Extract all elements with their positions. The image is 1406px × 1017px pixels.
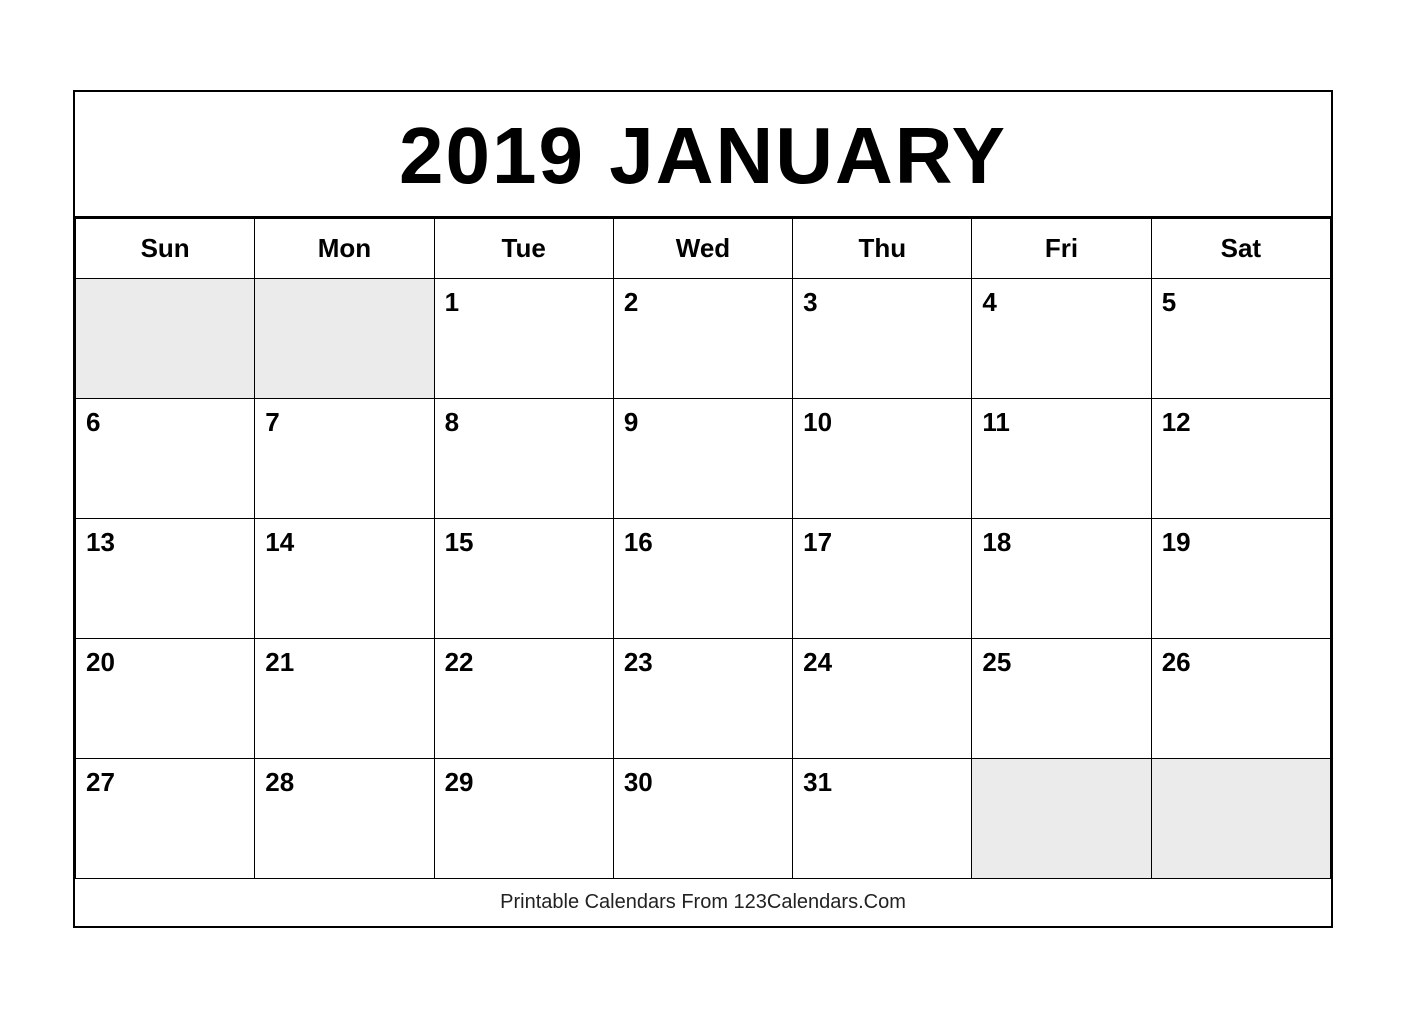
- weekday-header-thu: Thu: [793, 218, 972, 278]
- calendar-day-cell: 24: [793, 638, 972, 758]
- calendar-day-cell: 16: [613, 518, 792, 638]
- calendar-day-cell: 10: [793, 398, 972, 518]
- calendar-day-cell: 18: [972, 518, 1151, 638]
- calendar-day-cell: 6: [76, 398, 255, 518]
- calendar-day-cell: 14: [255, 518, 434, 638]
- calendar-day-cell: 13: [76, 518, 255, 638]
- calendar-week-row: 6789101112: [76, 398, 1331, 518]
- calendar-day-cell: 27: [76, 758, 255, 878]
- calendar-day-cell: 30: [613, 758, 792, 878]
- calendar-day-cell: [1151, 758, 1330, 878]
- calendar-day-cell: 2: [613, 278, 792, 398]
- calendar-day-cell: [255, 278, 434, 398]
- calendar-grid: SunMonTueWedThuFriSat 123456789101112131…: [75, 218, 1331, 879]
- calendar-day-cell: 1: [434, 278, 613, 398]
- weekday-header-sun: Sun: [76, 218, 255, 278]
- calendar-footer: Printable Calendars From 123Calendars.Co…: [75, 879, 1331, 926]
- calendar-day-cell: 25: [972, 638, 1151, 758]
- calendar-week-row: 12345: [76, 278, 1331, 398]
- calendar-day-cell: 26: [1151, 638, 1330, 758]
- weekday-header-fri: Fri: [972, 218, 1151, 278]
- calendar-day-cell: 7: [255, 398, 434, 518]
- calendar-day-cell: 8: [434, 398, 613, 518]
- calendar-day-cell: 11: [972, 398, 1151, 518]
- calendar-day-cell: 20: [76, 638, 255, 758]
- weekday-header-mon: Mon: [255, 218, 434, 278]
- calendar-day-cell: 12: [1151, 398, 1330, 518]
- calendar-week-row: 13141516171819: [76, 518, 1331, 638]
- calendar-day-cell: 15: [434, 518, 613, 638]
- weekday-header-sat: Sat: [1151, 218, 1330, 278]
- calendar-day-cell: 23: [613, 638, 792, 758]
- calendar-week-row: 2728293031: [76, 758, 1331, 878]
- calendar-day-cell: 17: [793, 518, 972, 638]
- calendar: 2019 JANUARY SunMonTueWedThuFriSat 12345…: [73, 90, 1333, 928]
- calendar-day-cell: [972, 758, 1151, 878]
- calendar-title: 2019 JANUARY: [75, 92, 1331, 218]
- calendar-day-cell: 4: [972, 278, 1151, 398]
- calendar-day-cell: 3: [793, 278, 972, 398]
- calendar-day-cell: [76, 278, 255, 398]
- weekday-header-tue: Tue: [434, 218, 613, 278]
- calendar-day-cell: 21: [255, 638, 434, 758]
- weekday-header-row: SunMonTueWedThuFriSat: [76, 218, 1331, 278]
- calendar-week-row: 20212223242526: [76, 638, 1331, 758]
- calendar-day-cell: 9: [613, 398, 792, 518]
- weekday-header-wed: Wed: [613, 218, 792, 278]
- calendar-day-cell: 22: [434, 638, 613, 758]
- calendar-day-cell: 19: [1151, 518, 1330, 638]
- calendar-day-cell: 5: [1151, 278, 1330, 398]
- calendar-day-cell: 29: [434, 758, 613, 878]
- calendar-day-cell: 31: [793, 758, 972, 878]
- calendar-day-cell: 28: [255, 758, 434, 878]
- calendar-container: 2019 JANUARY SunMonTueWedThuFriSat 12345…: [73, 90, 1333, 928]
